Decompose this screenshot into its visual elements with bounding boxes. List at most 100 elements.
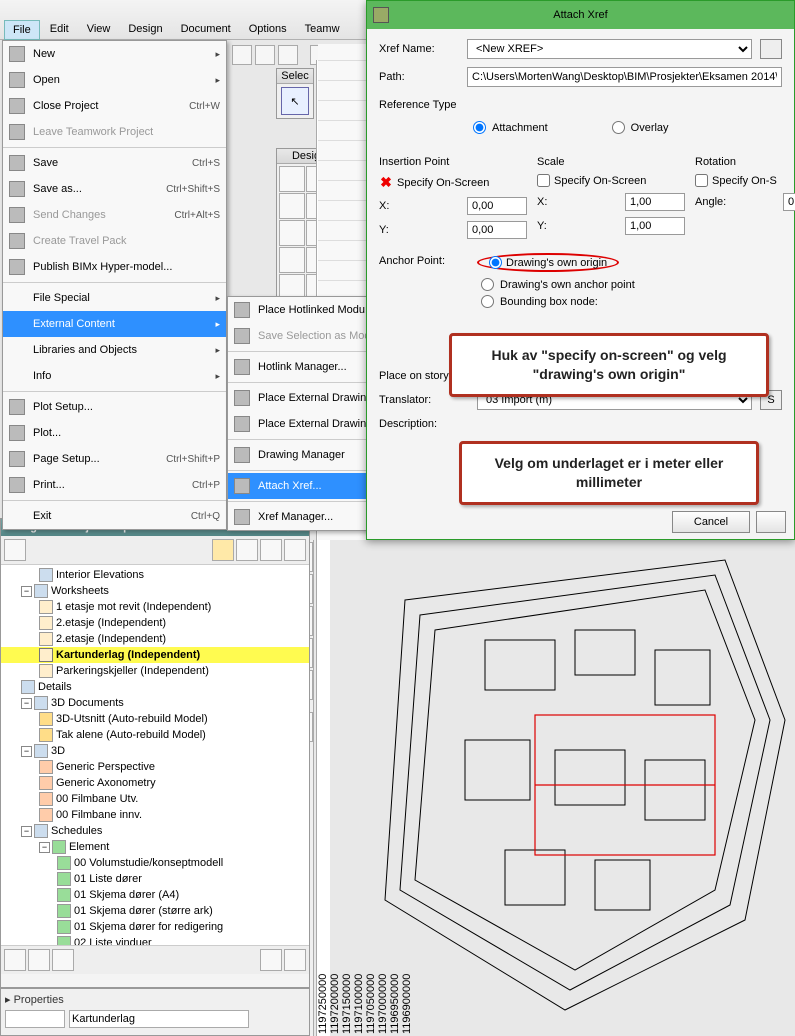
tree-element[interactable]: −Element (1, 839, 309, 855)
tree-ws1[interactable]: 1 etasje mot revit (Independent) (1, 599, 309, 615)
folder-icon (34, 824, 48, 838)
attachment-radio[interactable]: Attachment (469, 121, 548, 134)
properties-id-field[interactable] (5, 1010, 65, 1028)
beam-tool[interactable] (279, 220, 305, 246)
tree-3d[interactable]: −3D (1, 743, 309, 759)
toolbar-button[interactable] (278, 45, 298, 65)
menu-view[interactable]: View (79, 20, 119, 40)
nav-btn-map[interactable] (212, 539, 234, 561)
anchor-own-origin-radio[interactable]: Drawing's own origin (477, 253, 619, 272)
menu-document[interactable]: Document (173, 20, 239, 40)
anchor-bbox-radio[interactable]: Bounding box node: (477, 295, 635, 308)
menu-new[interactable]: New▸ (3, 41, 226, 67)
tree-3d-utsnitt[interactable]: 3D-Utsnitt (Auto-rebuild Model) (1, 711, 309, 727)
tree-axonometry[interactable]: Generic Axonometry (1, 775, 309, 791)
tree-filmbane-utv[interactable]: 00 Filmbane Utv. (1, 791, 309, 807)
tree-e0[interactable]: 00 Volumstudie/konseptmodell (1, 855, 309, 871)
tree-schedules[interactable]: −Schedules (1, 823, 309, 839)
toolbox-title: Selec (277, 69, 313, 84)
ok-button[interactable] (756, 511, 786, 533)
rotation-label: Rotation (695, 156, 795, 168)
plotsetup-icon (9, 399, 25, 415)
nav-foot-btn[interactable] (28, 949, 50, 971)
ip-specify-checkbox[interactable]: ✖Specify On-Screen (379, 174, 527, 191)
menu-file[interactable]: File (4, 20, 40, 40)
tree-3d-docs[interactable]: −3D Documents (1, 695, 309, 711)
window-tool[interactable] (279, 193, 305, 219)
nav-btn[interactable] (4, 539, 26, 561)
tree-filmbane-innv[interactable]: 00 Filmbane innv. (1, 807, 309, 823)
tree-e3[interactable]: 01 Skjema dører (større ark) (1, 903, 309, 919)
sc-y-field[interactable] (625, 217, 685, 235)
arrow-tool[interactable]: ↖ (281, 87, 309, 115)
sc-x-field[interactable] (625, 193, 685, 211)
tree-e1[interactable]: 01 Liste dører (1, 871, 309, 887)
tree-worksheets[interactable]: −Worksheets (1, 583, 309, 599)
overlay-radio[interactable]: Overlay (608, 121, 669, 134)
scale-specify-checkbox[interactable]: Specify On-Screen (537, 174, 685, 187)
menu-options[interactable]: Options (241, 20, 295, 40)
nav-foot-btn[interactable] (4, 949, 26, 971)
tree-kartunderlag[interactable]: Kartunderlag (Independent) (1, 647, 309, 663)
menu-page-setup[interactable]: Page Setup...Ctrl+Shift+P (3, 446, 226, 472)
menu-design[interactable]: Design (120, 20, 170, 40)
xref-name-select[interactable]: <New XREF> (467, 39, 752, 59)
tree-details[interactable]: Details (1, 679, 309, 695)
tree-e5[interactable]: 02 Liste vinduer (1, 935, 309, 945)
attachxref-icon (234, 478, 250, 494)
hotlink-icon (234, 302, 250, 318)
xref-browse-button[interactable] (760, 39, 782, 59)
tree-interior-elev[interactable]: Interior Elevations (1, 567, 309, 583)
camera-icon (39, 776, 53, 790)
menu-open[interactable]: Open▸ (3, 67, 226, 93)
nav-foot-btn[interactable] (52, 949, 74, 971)
nav-foot-btn[interactable] (260, 949, 282, 971)
menu-exit[interactable]: ExitCtrl+Q (3, 503, 226, 529)
menu-plot-setup[interactable]: Plot Setup... (3, 394, 226, 420)
menu-close-project[interactable]: Close ProjectCtrl+W (3, 93, 226, 119)
menu-plot[interactable]: Plot... (3, 420, 226, 446)
menu-print[interactable]: Print...Ctrl+P (3, 472, 226, 498)
nav-btn-layout[interactable] (260, 539, 282, 561)
navigator-tree[interactable]: Interior Elevations −Worksheets 1 etasje… (1, 565, 309, 945)
tree-ws2[interactable]: 2.etasje (Independent) (1, 615, 309, 631)
path-field[interactable] (467, 67, 782, 87)
menu-libraries[interactable]: Libraries and Objects▸ (3, 337, 226, 363)
stair-tool[interactable] (279, 247, 305, 273)
rot-specify-checkbox[interactable]: Specify On-S (695, 174, 795, 187)
nav-btn-view[interactable] (236, 539, 258, 561)
wall-tool[interactable] (279, 166, 305, 192)
cancel-button[interactable]: Cancel (672, 511, 750, 533)
navigator-toolbar (1, 536, 309, 565)
menu-publish-bimx[interactable]: Publish BIMx Hyper-model... (3, 254, 226, 280)
ip-x-field[interactable] (467, 197, 527, 215)
nav-foot-btn[interactable] (284, 949, 306, 971)
ip-y-field[interactable] (467, 221, 527, 239)
menu-save-as[interactable]: Save as...Ctrl+Shift+S (3, 176, 226, 202)
anchor-own-anchor-radio[interactable]: Drawing's own anchor point (477, 278, 635, 291)
camera-icon (39, 792, 53, 806)
menu-external-content[interactable]: External Content▸ (3, 311, 226, 337)
properties-panel: ▸ Properties (0, 988, 310, 1036)
tree-tak-alene[interactable]: Tak alene (Auto-rebuild Model) (1, 727, 309, 743)
dialog-titlebar[interactable]: Attach Xref (367, 1, 794, 29)
menu-teamwork[interactable]: Teamw (297, 20, 348, 40)
toolbar-button[interactable] (232, 45, 252, 65)
properties-name-field[interactable] (69, 1010, 249, 1028)
tree-e4[interactable]: 01 Skjema dører for redigering (1, 919, 309, 935)
tree-ws3[interactable]: 2.etasje (Independent) (1, 631, 309, 647)
menu-edit[interactable]: Edit (42, 20, 77, 40)
tree-perspective[interactable]: Generic Perspective (1, 759, 309, 775)
xrefmgr-icon (234, 509, 250, 525)
tree-ws5[interactable]: Parkeringskjeller (Independent) (1, 663, 309, 679)
menu-send-changes: Send ChangesCtrl+Alt+S (3, 202, 226, 228)
menu-file-special[interactable]: File Special▸ (3, 285, 226, 311)
menu-info[interactable]: Info▸ (3, 363, 226, 389)
select-toolbox: Selec ↖ (276, 68, 314, 119)
nav-btn-pub[interactable] (284, 539, 306, 561)
tree-e2[interactable]: 01 Skjema dører (A4) (1, 887, 309, 903)
menu-save[interactable]: SaveCtrl+S (3, 150, 226, 176)
toolbar-button[interactable] (255, 45, 275, 65)
site-map-drawing (345, 540, 795, 1030)
angle-field[interactable] (783, 193, 795, 211)
